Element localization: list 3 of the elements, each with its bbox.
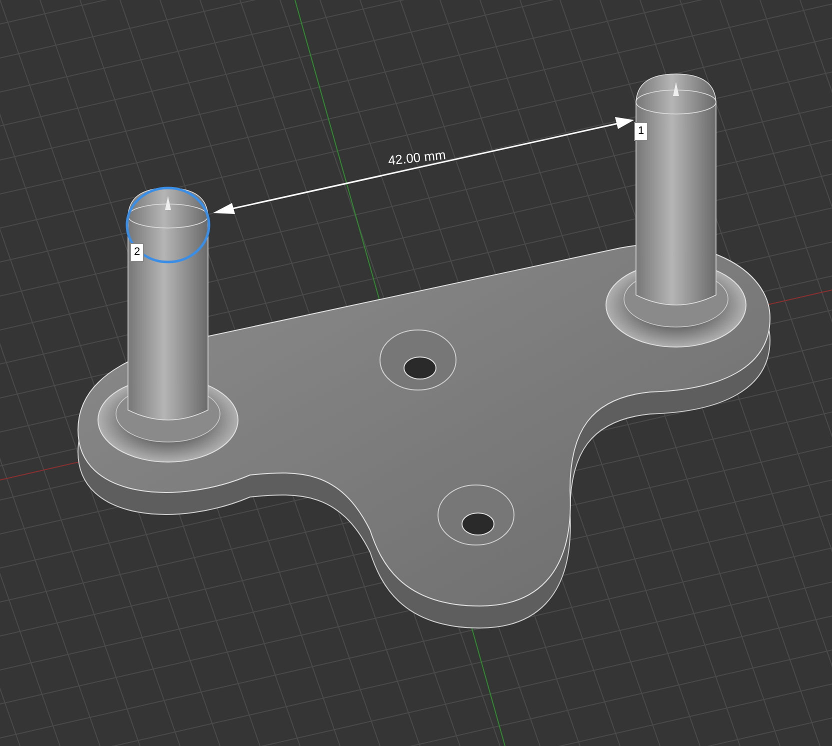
- point-marker: 2: [130, 243, 144, 262]
- dimension-label: 42.00 mm: [387, 146, 447, 170]
- point-marker: 1: [634, 122, 648, 141]
